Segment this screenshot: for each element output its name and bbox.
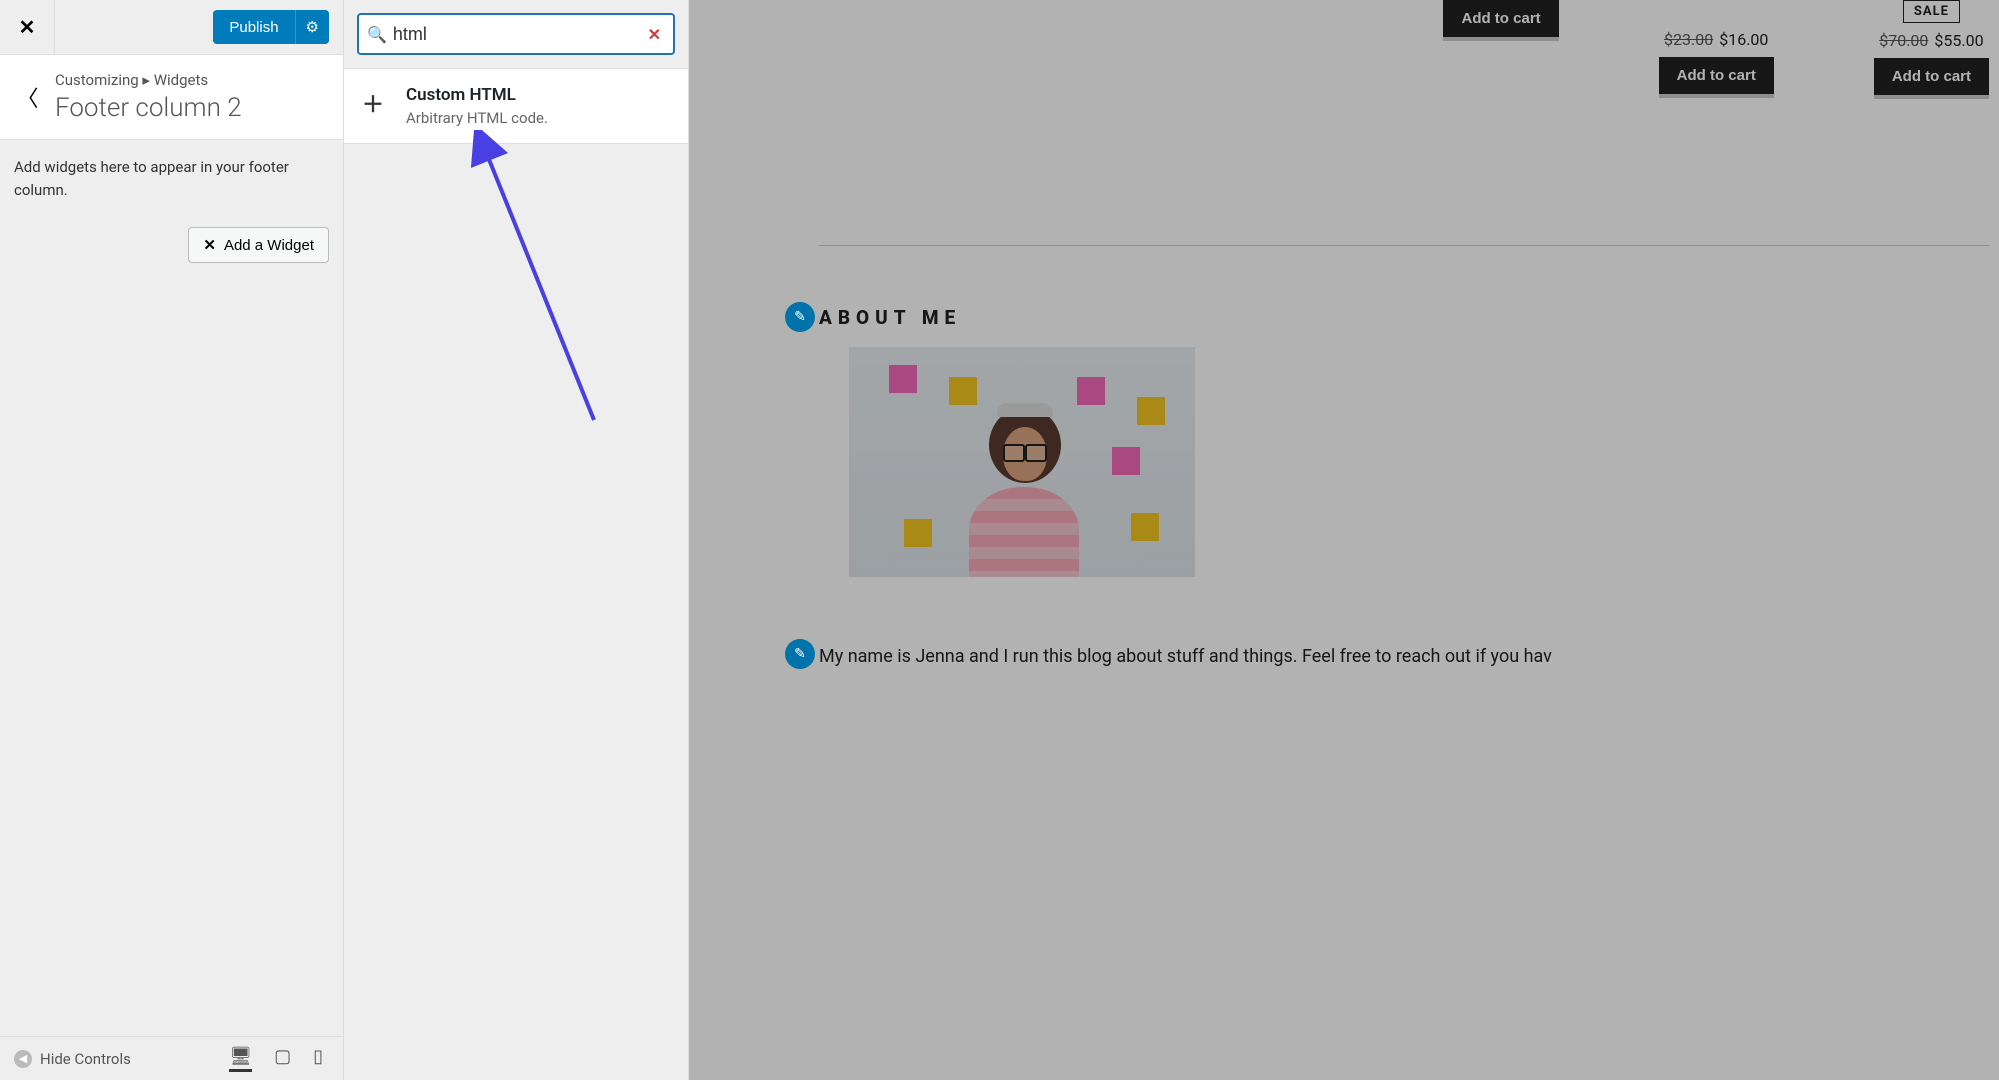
site-preview: Add to cart $23.00$16.00 Add to cart SAL… (689, 0, 1999, 1080)
gear-icon: ⚙ (306, 18, 319, 36)
widget-search-panel: 🔍 ✕ ＋ Custom HTML Arbitrary HTML code. (343, 0, 689, 1080)
widget-search-input[interactable] (393, 24, 648, 45)
customizer-panel: ✕ Publish ⚙ 〈 Customizing ▸ Widgets Foot… (0, 0, 343, 1080)
breadcrumb: Customizing ▸ Widgets (55, 71, 242, 89)
breadcrumb-block: Customizing ▸ Widgets Footer column 2 (55, 67, 242, 123)
hide-controls-button[interactable]: ◀ Hide Controls (14, 1050, 215, 1068)
close-customizer-button[interactable]: ✕ (0, 0, 55, 55)
close-icon: ✕ (203, 236, 216, 254)
chevron-left-icon: 〈 (16, 81, 38, 113)
annotation-arrow (464, 130, 624, 440)
preview-dim-overlay (689, 0, 1999, 1080)
breadcrumb-separator: ▸ (142, 71, 150, 89)
add-widget-label: Add a Widget (224, 237, 314, 254)
chevron-left-circle-icon: ◀ (14, 1050, 32, 1068)
widget-result-title: Custom HTML (406, 85, 548, 105)
widget-result-description: Arbitrary HTML code. (406, 109, 548, 127)
mobile-preview-button[interactable]: ▯ (313, 1046, 323, 1072)
panel-description: Add widgets here to appear in your foote… (14, 156, 329, 201)
publish-button[interactable]: Publish (213, 11, 294, 44)
mobile-icon: ▯ (313, 1046, 323, 1067)
search-icon: 🔍 (367, 25, 387, 44)
back-button[interactable]: 〈 (0, 67, 55, 127)
publish-settings-button[interactable]: ⚙ (295, 10, 329, 44)
section-title: Footer column 2 (55, 93, 242, 123)
tablet-icon: ▢ (274, 1046, 291, 1067)
edit-shortcut-button[interactable]: ✎ (785, 639, 815, 669)
customizer-section-header: 〈 Customizing ▸ Widgets Footer column 2 (0, 55, 343, 140)
pencil-icon: ✎ (794, 646, 806, 662)
desktop-icon: 🖥 (229, 1046, 252, 1067)
customizer-panel-body: Add widgets here to appear in your foote… (0, 140, 343, 1036)
close-icon: ✕ (19, 15, 36, 39)
widget-search-box: 🔍 ✕ (357, 13, 675, 55)
plus-icon: ＋ (362, 87, 384, 119)
desktop-preview-button[interactable]: 🖥 (229, 1046, 252, 1072)
customizer-footer: ◀ Hide Controls 🖥 ▢ ▯ (0, 1036, 343, 1080)
pencil-icon: ✎ (794, 309, 806, 325)
edit-shortcut-button[interactable]: ✎ (785, 302, 815, 332)
widget-result-custom-html[interactable]: ＋ Custom HTML Arbitrary HTML code. (344, 68, 688, 144)
device-preview-toggle: 🖥 ▢ ▯ (229, 1046, 323, 1072)
hide-controls-label: Hide Controls (40, 1050, 131, 1068)
publish-button-group: Publish ⚙ (213, 10, 329, 44)
customizer-header: ✕ Publish ⚙ (0, 0, 343, 55)
add-widget-button[interactable]: ✕ Add a Widget (188, 227, 329, 263)
widget-search-wrap: 🔍 ✕ (344, 0, 688, 68)
breadcrumb-level1: Customizing (55, 71, 139, 89)
close-icon: ✕ (648, 25, 661, 44)
tablet-preview-button[interactable]: ▢ (274, 1046, 291, 1072)
breadcrumb-level2: Widgets (154, 71, 208, 89)
clear-search-button[interactable]: ✕ (648, 25, 661, 44)
